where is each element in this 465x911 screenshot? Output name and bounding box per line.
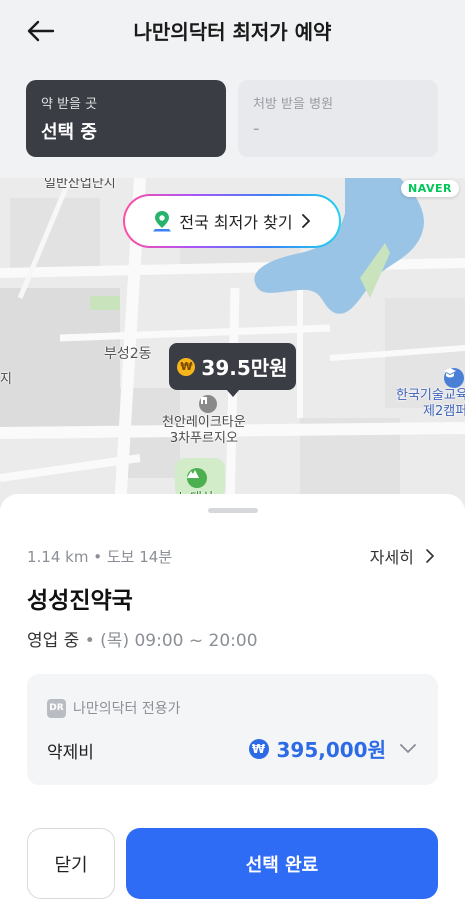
- pharmacy-price-pin[interactable]: ₩ 39.5만원: [169, 343, 296, 397]
- fee-label: 약제비: [47, 743, 94, 763]
- header-area: 나만의닥터 최저가 예약 약 받을 곳 선택 중 처방 받을 병원 -: [0, 0, 465, 178]
- price-box: DR 나만의닥터 전용가 약제비 ₩ 395,000원: [27, 674, 438, 785]
- map-label-poi1: 천안레이크타운 3차푸르지오: [162, 415, 246, 447]
- chevron-down-icon: [400, 743, 416, 753]
- bottom-sheet: 1.14 km • 도보 14분 자세히 성성진약국 영업 중 • (목) 09…: [0, 494, 465, 911]
- detail-link-label: 자세히: [369, 548, 414, 567]
- page-title: 나만의닥터 최저가 예약: [133, 20, 332, 44]
- won-icon: ₩: [248, 738, 269, 759]
- map-label-university-line2: 제2캠퍼: [423, 404, 465, 419]
- segment-hospital[interactable]: 처방 받을 병원 -: [238, 80, 438, 157]
- segment-pickup-value: 선택 중: [41, 122, 97, 143]
- pharmacy-name: 성성진약국: [27, 588, 133, 614]
- close-button[interactable]: 닫기: [27, 828, 115, 899]
- open-status: 영업 중: [27, 631, 80, 651]
- map-label-university-line1: 한국기술교육: [396, 388, 465, 403]
- naver-logo: NAVER: [401, 180, 459, 197]
- map-pin-icon: [153, 211, 172, 232]
- segment-pickup-label: 약 받을 곳: [41, 97, 98, 112]
- coin-icon: ₩: [177, 357, 196, 376]
- hours-value: (목) 09:00 ~ 20:00: [100, 631, 258, 651]
- find-lowest-price-button[interactable]: 전국 최저가 찾기: [123, 194, 341, 248]
- fee-value: 395,000원: [276, 738, 387, 762]
- dot-separator: •: [93, 548, 107, 566]
- chevron-right-icon: [426, 549, 434, 563]
- sheet-drag-handle[interactable]: [208, 508, 258, 513]
- map-label-university: 한국기술교육 제2캠퍼: [396, 388, 465, 420]
- map-label-industrial: 일반산업단지: [44, 178, 116, 191]
- map-label-left: 지: [0, 372, 12, 387]
- confirm-selection-button[interactable]: 선택 완료: [126, 828, 438, 899]
- exclusive-price-label: DR 나만의닥터 전용가: [47, 698, 181, 718]
- find-lowest-price-label: 전국 최저가 찾기: [179, 213, 293, 232]
- business-hours: 영업 중 • (목) 09:00 ~ 20:00: [27, 626, 258, 651]
- price-pin-label: 39.5만원: [201, 356, 288, 380]
- detail-link[interactable]: 자세히: [370, 544, 435, 568]
- distance-info: 1.14 km • 도보 14분: [27, 546, 172, 567]
- mountain-icon: [187, 468, 207, 488]
- doctor-logo-icon: DR: [47, 698, 66, 718]
- segment-hospital-value: -: [253, 118, 260, 139]
- dot-separator: •: [84, 631, 101, 651]
- map-label-district: 부성2동: [104, 346, 152, 362]
- segment-pickup-place[interactable]: 약 받을 곳 선택 중: [26, 80, 226, 157]
- walk-time: 도보 14분: [106, 548, 173, 566]
- segment-hospital-label: 처방 받을 병원: [253, 97, 334, 112]
- distance-value: 1.14 km: [27, 548, 89, 566]
- find-lowest-price-inner: 전국 최저가 찾기: [125, 196, 339, 246]
- exclusive-price-text: 나만의닥터 전용가: [73, 701, 181, 717]
- university-icon: [444, 368, 464, 388]
- fee-dropdown[interactable]: ₩ 395,000원: [248, 734, 417, 763]
- map-label-poi1-line1: 천안레이크타운: [162, 415, 246, 430]
- chevron-right-icon: [301, 214, 310, 228]
- building-icon: [199, 395, 217, 413]
- map-label-poi1-line2: 3차푸르지오: [169, 431, 238, 446]
